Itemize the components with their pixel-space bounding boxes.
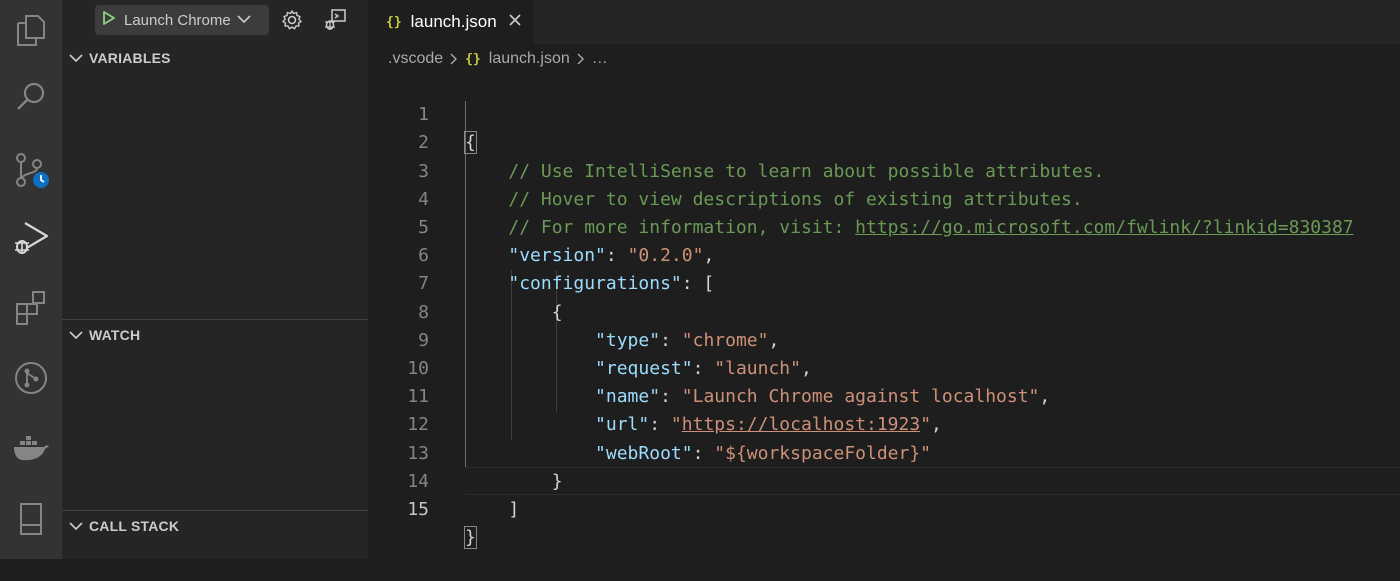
section-divider bbox=[62, 510, 368, 511]
chevron-right-icon bbox=[577, 53, 585, 65]
tab-label: launch.json bbox=[410, 12, 497, 31]
section-divider bbox=[62, 319, 368, 320]
breadcrumb: .vscode {} launch.json … bbox=[388, 47, 608, 71]
chevron-down-icon bbox=[69, 518, 83, 534]
chevron-down-icon bbox=[237, 11, 251, 29]
tab-launch-json[interactable]: {} launch.json bbox=[368, 0, 534, 44]
debug-sidebar: Launch Chrome VARIABLES WATCH CALL STACK bbox=[62, 0, 368, 559]
chevron-right-icon bbox=[450, 53, 458, 65]
variables-section-header[interactable]: VARIABLES bbox=[62, 47, 368, 69]
explorer-icon[interactable] bbox=[0, 0, 62, 60]
chevron-down-icon bbox=[69, 50, 83, 66]
bracket: ] bbox=[508, 499, 520, 520]
code-line: 8 "type": "chrome", bbox=[368, 270, 1400, 351]
code-line: 15 } bbox=[368, 468, 1400, 550]
gear-icon[interactable] bbox=[279, 7, 305, 33]
code-line: 1 { bbox=[368, 73, 1400, 155]
code-line: 3 // Hover to view descriptions of exist… bbox=[368, 129, 1400, 210]
docker-icon[interactable] bbox=[0, 418, 62, 478]
debug-console-icon[interactable] bbox=[322, 7, 348, 33]
launch-config-dropdown[interactable]: Launch Chrome bbox=[95, 5, 269, 35]
activity-bar bbox=[0, 0, 62, 559]
source-control-icon[interactable] bbox=[0, 140, 62, 200]
code-line: 6 "configurations": [ bbox=[368, 214, 1400, 294]
code-line: 12 "webRoot": "${workspaceFolder}" bbox=[368, 383, 1400, 463]
line-text: } bbox=[464, 524, 477, 552]
git-graph-icon[interactable] bbox=[0, 348, 62, 408]
code-line: 9 "request": "launch", bbox=[368, 299, 1400, 379]
code-line: 11 "url": "https://localhost:1923", bbox=[368, 355, 1400, 435]
code-line: 7 { bbox=[368, 242, 1400, 322]
close-icon[interactable] bbox=[508, 13, 522, 32]
variables-section-title: VARIABLES bbox=[89, 50, 171, 66]
extensions-icon[interactable] bbox=[0, 278, 62, 338]
code-line: 14 ] bbox=[368, 440, 1400, 520]
breadcrumb-more[interactable]: … bbox=[592, 50, 608, 68]
breadcrumb-file[interactable]: launch.json bbox=[489, 50, 570, 68]
chevron-down-icon bbox=[69, 327, 83, 343]
line-number-active: 15 bbox=[407, 499, 429, 520]
call-stack-section-header[interactable]: CALL STACK bbox=[62, 515, 368, 537]
call-stack-section-title: CALL STACK bbox=[89, 518, 180, 534]
watch-section-header[interactable]: WATCH bbox=[62, 324, 368, 346]
run-debug-icon[interactable] bbox=[0, 207, 62, 267]
code-line: 13 } bbox=[368, 411, 1400, 492]
start-debugging-icon[interactable] bbox=[102, 10, 116, 31]
launch-config-label: Launch Chrome bbox=[124, 11, 231, 29]
code-line: 2 // Use IntelliSense to learn about pos… bbox=[368, 101, 1400, 181]
bracket-close: } bbox=[464, 526, 477, 550]
remote-explorer-icon[interactable] bbox=[0, 489, 62, 549]
code-line: 4 // For more information, visit: https:… bbox=[368, 158, 1400, 238]
breadcrumb-folder[interactable]: .vscode bbox=[388, 50, 443, 68]
line-text: ] bbox=[465, 496, 519, 524]
editor: {} launch.json .vscode {} launch.json … … bbox=[368, 0, 1400, 559]
code-line: 5 "version": "0.2.0", bbox=[368, 186, 1400, 266]
tab-bar: {} launch.json bbox=[368, 0, 1400, 44]
search-icon[interactable] bbox=[0, 67, 62, 127]
json-file-icon: {} bbox=[465, 51, 481, 67]
debug-toolbar: Launch Chrome bbox=[62, 0, 368, 40]
json-file-icon: {} bbox=[386, 14, 402, 30]
watch-section-title: WATCH bbox=[89, 327, 141, 343]
code-line: 10 "name": "Launch Chrome against localh… bbox=[368, 327, 1400, 407]
